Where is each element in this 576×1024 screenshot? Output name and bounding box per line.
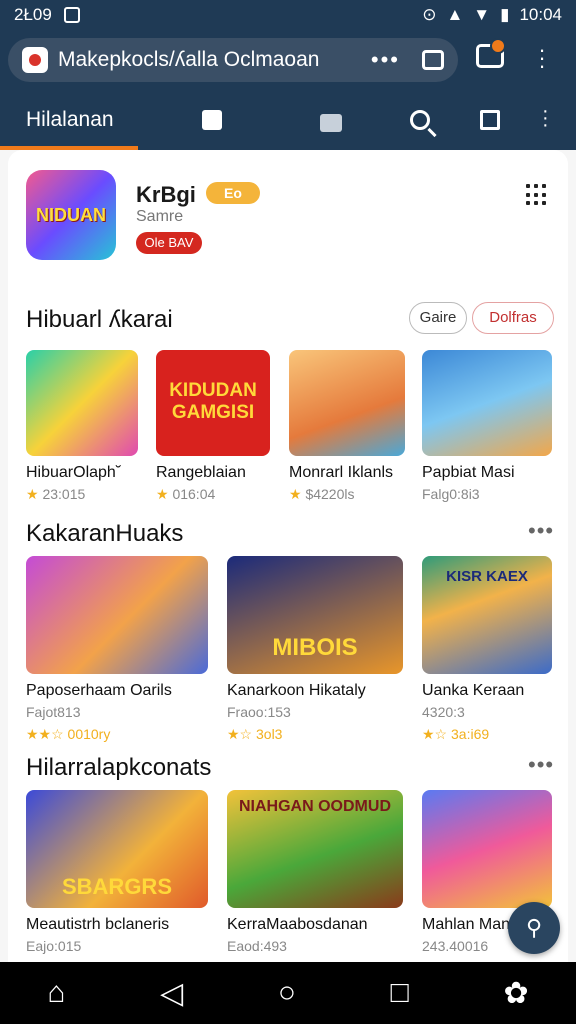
game-tile[interactable]: KIDUDAN GAMGISI <box>156 350 270 456</box>
app-nav-bar: Hilalanan · · · <box>0 92 576 150</box>
bookmark-icon[interactable] <box>480 110 500 130</box>
section-title: KakaranHuaks <box>26 520 184 547</box>
star-icon: ★ <box>156 486 169 502</box>
address-bar[interactable]: Makepkocls/ʎalla Oclmaoan ••• <box>8 38 458 82</box>
nav-menu-icon[interactable]: · · · <box>542 101 549 135</box>
section-title: Hibuarl ʎkarai <box>26 306 173 333</box>
tile-meta: Fraoo:153 <box>227 704 291 720</box>
tile-title: KerraMaabosdanan <box>227 916 368 933</box>
tile-rating: ★☆ 3ol3 <box>227 726 283 742</box>
notification-icon <box>63 7 80 23</box>
apps-grid-icon[interactable] <box>526 184 548 206</box>
back-icon[interactable]: ◁ <box>160 976 183 1011</box>
tabs-badge <box>490 38 506 54</box>
battery-icon: ▮ <box>500 5 510 24</box>
circle-home-icon[interactable]: ○ <box>278 976 296 1010</box>
search-icon[interactable] <box>410 110 430 130</box>
game-tile[interactable] <box>26 556 208 674</box>
game-tile[interactable] <box>422 350 552 456</box>
game-tile[interactable] <box>26 350 138 456</box>
tile-title: HibuarOlaph˘ <box>26 464 122 481</box>
tile-meta: Falg0:8i3 <box>422 486 480 502</box>
game-tile[interactable]: MIBOIS <box>227 556 403 674</box>
tile-meta: 4320:3 <box>422 704 465 720</box>
game-tile[interactable] <box>422 790 552 908</box>
tile-meta: Eajo:015 <box>26 938 82 954</box>
tile-title: Uanka Keraan <box>422 682 525 699</box>
tile-title: Kanarkoon Hikataly <box>227 682 366 699</box>
wifi-icon: ▼ <box>473 5 491 24</box>
section-title: Hilarralapkconats <box>26 754 212 781</box>
tile-title: Rangeblaian <box>156 464 246 481</box>
tile-title: Paposerhaam Oarils <box>26 682 172 699</box>
more-icon[interactable]: ••• <box>528 518 554 544</box>
location-fab-icon[interactable]: ⚲ <box>508 902 560 954</box>
tile-title: Meautistrh bclaneris <box>26 916 170 933</box>
status-time-right: 10:04 <box>519 5 562 24</box>
signal-icon: ▲ <box>446 5 464 24</box>
status-bar: 2Ł09 ⊙ ▲ ▼ ▮ 10:04 <box>0 0 576 30</box>
extension-icon[interactable] <box>422 50 444 70</box>
tile-rating: ★☆ 3a:i69 <box>422 726 490 742</box>
folder-icon[interactable] <box>320 114 342 132</box>
game-tile[interactable]: NIAHGAN OODMUD <box>227 790 403 908</box>
game-tile[interactable]: KISR KAEX <box>422 556 552 674</box>
main-content: NIDUAN KrBgi Eo Samre Ole BAV Hibuarl ʎk… <box>0 150 576 962</box>
tile-meta: 23:015 <box>42 486 86 502</box>
tile-rating: ★★☆ 0010ry <box>26 726 111 742</box>
alarm-icon: ⊙ <box>422 5 437 24</box>
home-icon[interactable]: ⌂ <box>47 976 65 1010</box>
tab-home[interactable]: Hilalanan <box>26 108 114 132</box>
store-card: NIDUAN KrBgi Eo Samre Ole BAV Hibuarl ʎk… <box>8 150 568 962</box>
app-action-button[interactable]: Ole BAV <box>136 232 202 254</box>
bag-icon[interactable] <box>202 110 222 130</box>
browser-menu-icon[interactable]: · · · <box>536 39 548 77</box>
tile-meta: 016:04 <box>172 486 216 502</box>
app-name: KrBgi <box>136 182 196 207</box>
tile-meta: Eaod:493 <box>227 938 287 954</box>
game-tile[interactable]: SBARGRS <box>26 790 208 908</box>
star-icon: ★ <box>289 486 302 502</box>
system-nav-bar: ⌂ ◁ ○ □ ✿ <box>0 962 576 1024</box>
recents-icon[interactable]: □ <box>391 976 409 1010</box>
app-subtitle: Samre <box>136 208 184 225</box>
assistant-icon[interactable]: ✿ <box>503 976 528 1011</box>
filter-chip[interactable]: Gaire <box>409 302 467 334</box>
browser-toolbar: Makepkocls/ʎalla Oclmaoan ••• · · · <box>0 30 576 92</box>
tile-title: Mahlan Man <box>422 916 511 933</box>
tile-meta: $4220ls <box>305 486 355 502</box>
url-more-button[interactable]: ••• <box>371 47 400 73</box>
url-text: Makepkocls/ʎalla Oclmaoan <box>58 48 320 71</box>
star-icon: ★ <box>26 486 39 502</box>
status-time-left: 2Ł09 <box>14 5 52 24</box>
more-icon[interactable]: ••• <box>528 752 554 778</box>
tile-title: Monrarl Iklanls <box>289 464 394 481</box>
filter-chip[interactable]: Dolfras <box>472 302 554 334</box>
app-logo[interactable]: NIDUAN <box>26 170 116 260</box>
game-tile[interactable] <box>289 350 405 456</box>
tile-meta: 243.40016 <box>422 938 489 954</box>
app-badge: Eo <box>206 182 260 204</box>
tile-meta: Fajot813 <box>26 704 81 720</box>
site-favicon-icon <box>22 47 48 73</box>
tile-title: Papbiat Masi <box>422 464 515 481</box>
